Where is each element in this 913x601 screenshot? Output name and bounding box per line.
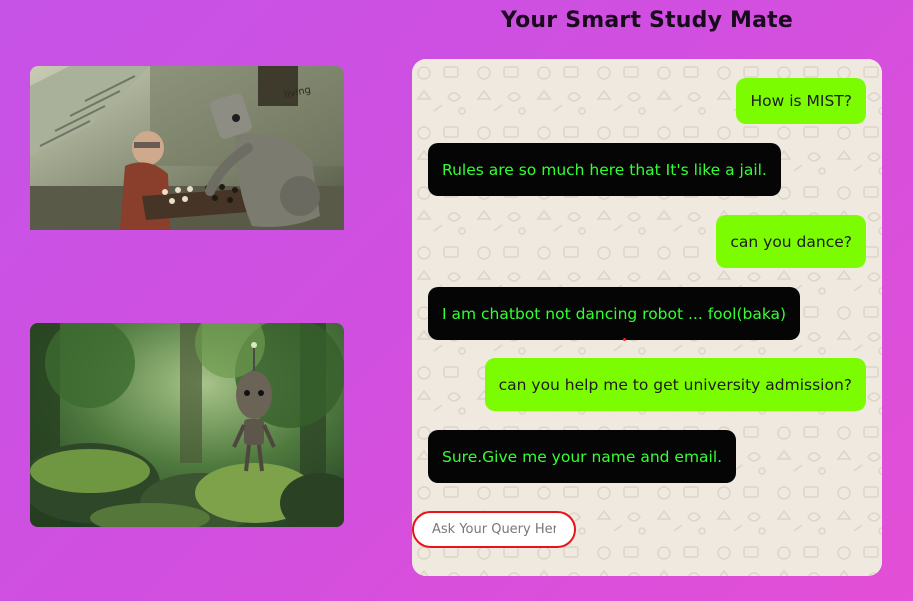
query-input-wrapper [412,511,576,548]
cursor-dot [623,338,626,341]
page-title: Your Smart Study Mate [501,8,793,33]
chat-message-user: How is MIST? [736,78,866,124]
chat-message-user: can you help me to get university admiss… [484,358,866,411]
chat-panel: How is MIST? Rules are so much here that… [412,59,882,576]
chat-message-user: can you dance? [716,215,866,268]
robot-forest-image [30,323,344,527]
robot-chess-image: living [30,66,344,230]
chat-message-bot: Rules are so much here that It's like a … [428,143,781,196]
chat-message-bot: I am chatbot not dancing robot ... fool(… [428,287,801,340]
chat-message-bot: Sure.Give me your name and email. [428,430,737,483]
query-input[interactable] [412,511,576,548]
